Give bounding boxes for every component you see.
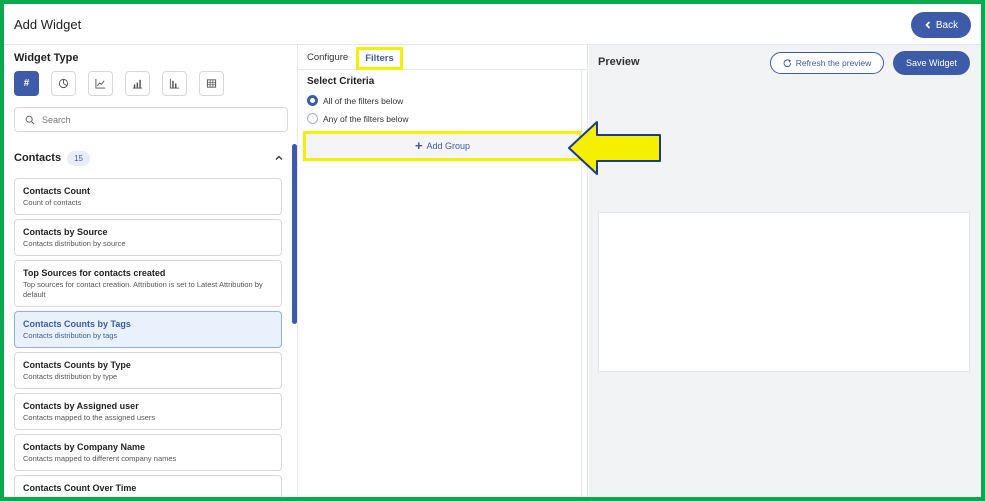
widget-type-panel: Widget Type # Contacts 15 Contacts Count… xyxy=(4,45,298,497)
back-button-label: Back xyxy=(935,19,959,31)
add-group-button[interactable]: + Add Group xyxy=(303,131,582,161)
config-panel: Configure Filters Select Criteria All of… xyxy=(298,45,588,497)
arrow-annotation-icon xyxy=(568,121,661,175)
radio-any-label: Any of the filters below xyxy=(323,113,409,124)
list-item-title: Contacts by Source xyxy=(23,227,108,237)
list-item-desc: Contacts mapped to different company nam… xyxy=(23,454,177,463)
column-chart-icon xyxy=(169,78,180,89)
search-icon xyxy=(25,115,35,124)
search-box xyxy=(14,107,288,132)
list-item-title: Contacts Count Over Time xyxy=(23,483,137,493)
list-item[interactable]: Contacts Count Count of contacts xyxy=(14,178,282,215)
search-input[interactable] xyxy=(42,114,262,125)
bar-chart-widget-button[interactable] xyxy=(125,71,150,96)
preview-panel: Preview Refresh the preview Save Widget xyxy=(589,45,981,497)
radio-any-filters[interactable]: Any of the filters below xyxy=(307,113,409,124)
tab-configure[interactable]: Configure xyxy=(307,52,348,63)
add-group-label: Add Group xyxy=(426,141,471,151)
number-widget-button[interactable]: # xyxy=(14,71,39,96)
bar-chart-icon xyxy=(132,79,143,89)
list-item-title: Contacts by Company Name xyxy=(23,442,146,452)
list-item-title: Top Sources for contacts created xyxy=(23,268,166,278)
tab-filters[interactable]: Filters xyxy=(356,47,403,70)
list-item-desc: Count of contacts xyxy=(23,198,82,207)
list-item-desc: Contacts distribution by source xyxy=(23,239,126,248)
table-icon xyxy=(206,79,217,88)
radio-all-label: All of the filters below xyxy=(323,95,404,106)
list-item-title: Contacts Counts by Tags xyxy=(23,319,131,329)
refresh-preview-button[interactable]: Refresh the preview xyxy=(770,52,884,74)
list-item[interactable]: Contacts by Assigned user Contacts mappe… xyxy=(14,393,282,430)
page-title: Add Widget xyxy=(14,17,82,32)
list-item-title: Contacts by Assigned user xyxy=(23,401,139,411)
radio-button-checked[interactable] xyxy=(307,95,318,106)
contacts-count-badge: 15 xyxy=(67,150,90,166)
page-header: Add Widget Back xyxy=(4,4,981,45)
list-item-desc: Contacts distribution by type xyxy=(23,372,118,381)
list-item[interactable]: Top Sources for contacts created Top sou… xyxy=(14,260,282,307)
widget-type-title: Widget Type xyxy=(14,52,79,64)
column-chart-widget-button[interactable] xyxy=(162,71,187,96)
list-item-title: Contacts Counts by Type xyxy=(23,360,131,370)
list-item[interactable]: Contacts Count Over Time xyxy=(14,475,282,497)
chevron-left-icon xyxy=(925,21,930,29)
pie-chart-widget-button[interactable] xyxy=(51,71,76,96)
radio-all-filters[interactable]: All of the filters below xyxy=(307,95,403,106)
config-tabs: Configure Filters xyxy=(298,45,587,70)
list-item[interactable]: Contacts by Company Name Contacts mapped… xyxy=(14,434,282,471)
back-button[interactable]: Back xyxy=(911,12,971,38)
line-chart-icon xyxy=(95,78,106,89)
preview-title: Preview xyxy=(598,56,640,68)
list-item-title: Contacts Count xyxy=(23,186,90,196)
list-item-desc: Contacts mapped to the assigned users xyxy=(23,413,156,422)
list-scrollbar[interactable] xyxy=(292,144,297,324)
widget-list: Contacts Count Count of contacts Contact… xyxy=(14,178,282,497)
list-item-desc: Top sources for contact creation. Attrib… xyxy=(23,280,263,299)
list-item[interactable]: Contacts by Source Contacts distribution… xyxy=(14,219,282,256)
refresh-icon xyxy=(783,58,791,67)
list-item-desc: Contacts distribution by tags xyxy=(23,331,118,340)
plus-icon: + xyxy=(414,138,423,153)
line-chart-widget-button[interactable] xyxy=(88,71,113,96)
table-widget-button[interactable] xyxy=(199,71,224,96)
pie-chart-icon xyxy=(58,78,69,89)
refresh-label: Refresh the preview xyxy=(795,58,872,68)
list-item-selected[interactable]: Contacts Counts by Tags Contacts distrib… xyxy=(14,311,282,348)
contacts-section-title: Contacts xyxy=(14,152,62,164)
radio-button-unchecked[interactable] xyxy=(307,113,318,124)
preview-area xyxy=(598,212,970,372)
chevron-up-icon[interactable] xyxy=(274,153,284,163)
criteria-title: Select Criteria xyxy=(307,76,375,87)
number-icon: # xyxy=(23,78,30,89)
list-item[interactable]: Contacts Counts by Type Contacts distrib… xyxy=(14,352,282,389)
widget-type-selector: # xyxy=(14,71,224,96)
contacts-section-header[interactable]: Contacts 15 xyxy=(14,149,284,167)
save-widget-button[interactable]: Save Widget xyxy=(893,51,970,75)
